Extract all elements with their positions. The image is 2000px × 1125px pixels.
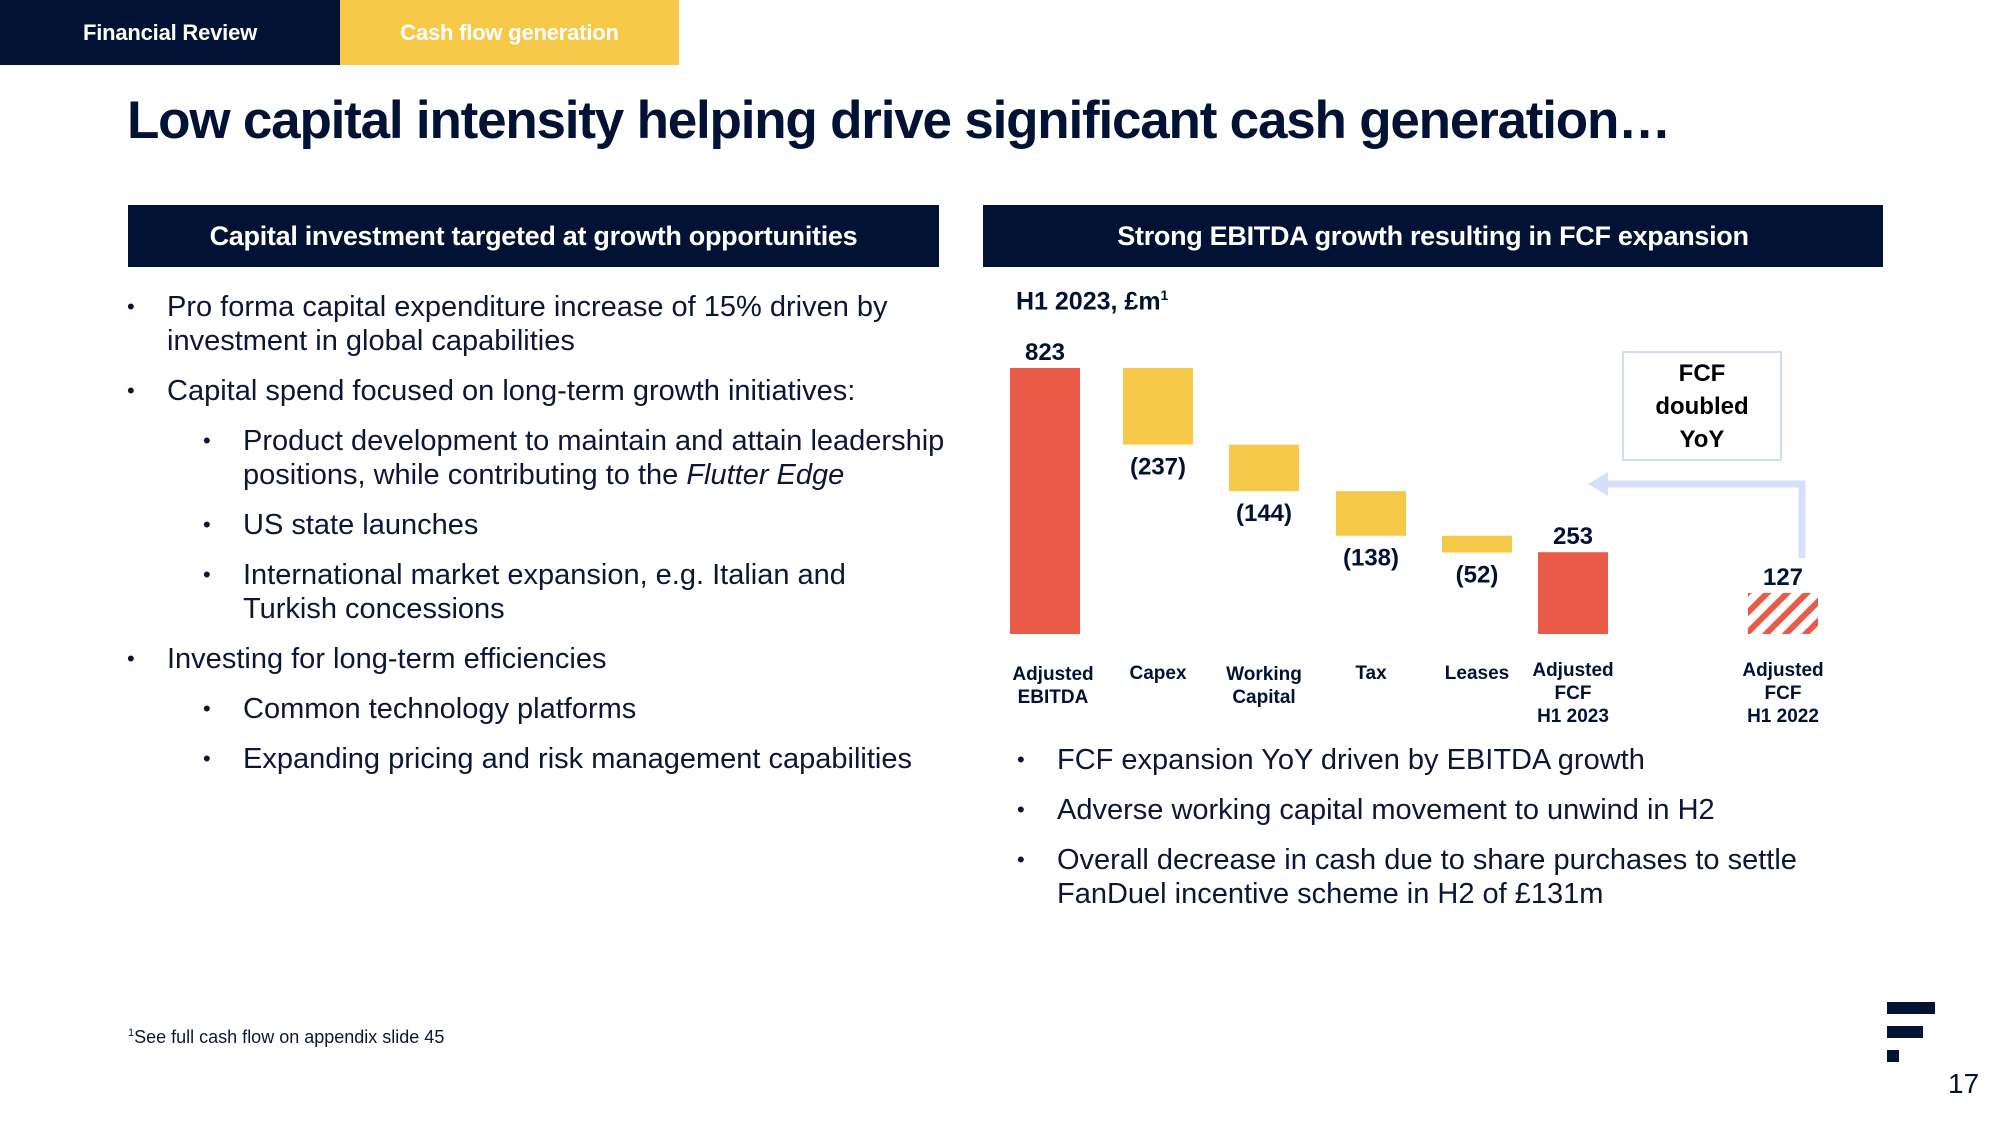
comparison-arrow: [1600, 480, 1806, 558]
bullet-item: FCF expansion YoY driven by EBITDA growt…: [1017, 743, 1877, 777]
tab-cash-flow-generation[interactable]: Cash flow generation: [340, 0, 679, 65]
data-label: 127: [1763, 564, 1803, 591]
bullet-text: Investing for long-term efficiencies: [167, 643, 607, 675]
sub-bullet-item: Expanding pricing and risk management ca…: [203, 742, 947, 776]
bullet-text: Overall decrease in cash due to share pu…: [1057, 844, 1797, 910]
sub-bullet-item: Common technology platforms: [203, 692, 947, 726]
sub-bullet-item: International market expansion, e.g. Ita…: [203, 558, 947, 626]
callout-line: YoY: [1679, 425, 1725, 453]
bullet-text: Common technology platforms: [243, 693, 637, 725]
bullet-italic-text: Flutter Edge: [686, 459, 845, 491]
bar-adjusted-ebitda: [1010, 368, 1080, 634]
right-bullet-list: FCF expansion YoY driven by EBITDA growt…: [1017, 743, 1877, 927]
chart-subtitle-text: H1 2023, £m: [1016, 287, 1161, 316]
category-label: Leases: [1445, 663, 1509, 684]
bar-working-capital: [1229, 444, 1299, 492]
category-label: Adjusted FCF H1 2023: [1532, 660, 1613, 727]
arrowhead-icon: [1588, 472, 1608, 496]
category-label: Adjusted EBITDA: [1012, 664, 1093, 708]
category-label: Adjusted FCF H1 2022: [1742, 660, 1823, 727]
bullet-item: Investing for long-term efficiencies Com…: [127, 642, 947, 776]
left-bullet-list: Pro forma capital expenditure increase o…: [127, 290, 947, 792]
logo-bar: [1887, 1002, 1935, 1014]
callout-line: FCF: [1678, 359, 1726, 387]
bullet-text: Capital spend focused on long-term growt…: [167, 375, 856, 407]
bullet-text: International market expansion, e.g. Ita…: [243, 559, 846, 625]
bar-leases: [1442, 535, 1512, 553]
bullet-item: Pro forma capital expenditure increase o…: [127, 290, 947, 358]
fcf-callout-box: FCF doubled YoY: [1622, 351, 1782, 461]
page-number: 17: [1948, 1068, 1980, 1099]
category-label: Tax: [1355, 663, 1387, 684]
bar-tax: [1336, 491, 1406, 536]
data-label: 823: [1025, 339, 1065, 366]
page-title: Low capital intensity helping drive sign…: [127, 91, 1671, 150]
left-panel-header: Capital investment targeted at growth op…: [128, 205, 939, 267]
footnote: 1See full cash flow on appendix slide 45: [128, 1027, 444, 1048]
logo-bar: [1887, 1026, 1923, 1038]
category-label: Capex: [1129, 663, 1186, 684]
category-label: Working Capital: [1226, 664, 1302, 708]
callout-line: doubled: [1655, 392, 1749, 420]
bullet-item: Capital spend focused on long-term growt…: [127, 374, 947, 626]
bullet-text: Pro forma capital expenditure increase o…: [167, 291, 888, 357]
tab-financial-review[interactable]: Financial Review: [0, 0, 340, 65]
bullet-item: Overall decrease in cash due to share pu…: [1017, 843, 1877, 911]
footnote-marker: 1: [1160, 287, 1169, 303]
sub-bullet-item: Product development to maintain and atta…: [203, 424, 947, 492]
sub-bullet-item: US state launches: [203, 508, 947, 542]
bullet-text: Expanding pricing and risk management ca…: [243, 743, 912, 775]
bullet-item: Adverse working capital movement to unwi…: [1017, 793, 1877, 827]
logo-bar: [1887, 1050, 1899, 1062]
data-label: (237): [1130, 454, 1186, 481]
right-panel-header: Strong EBITDA growth resulting in FCF ex…: [983, 205, 1883, 267]
bar-capex: [1123, 368, 1193, 445]
data-label: (144): [1236, 500, 1292, 527]
bar-adjusted-fcf-h1-2022: [1748, 592, 1818, 634]
chart-subtitle: H1 2023, £m1: [1016, 287, 1168, 316]
bullet-text: Adverse working capital movement to unwi…: [1057, 794, 1715, 826]
bullet-text: US state launches: [243, 509, 479, 541]
bar-adjusted-fcf-h1-2023: [1538, 552, 1608, 634]
footnote-text: See full cash flow on appendix slide 45: [134, 1027, 445, 1047]
data-label: 253: [1553, 523, 1593, 550]
data-label: (138): [1343, 545, 1399, 572]
sub-bullet-list: Product development to maintain and atta…: [203, 424, 947, 626]
bullet-text: FCF expansion YoY driven by EBITDA growt…: [1057, 744, 1645, 776]
sub-bullet-list: Common technology platforms Expanding pr…: [203, 692, 947, 776]
data-label: (52): [1456, 562, 1499, 589]
